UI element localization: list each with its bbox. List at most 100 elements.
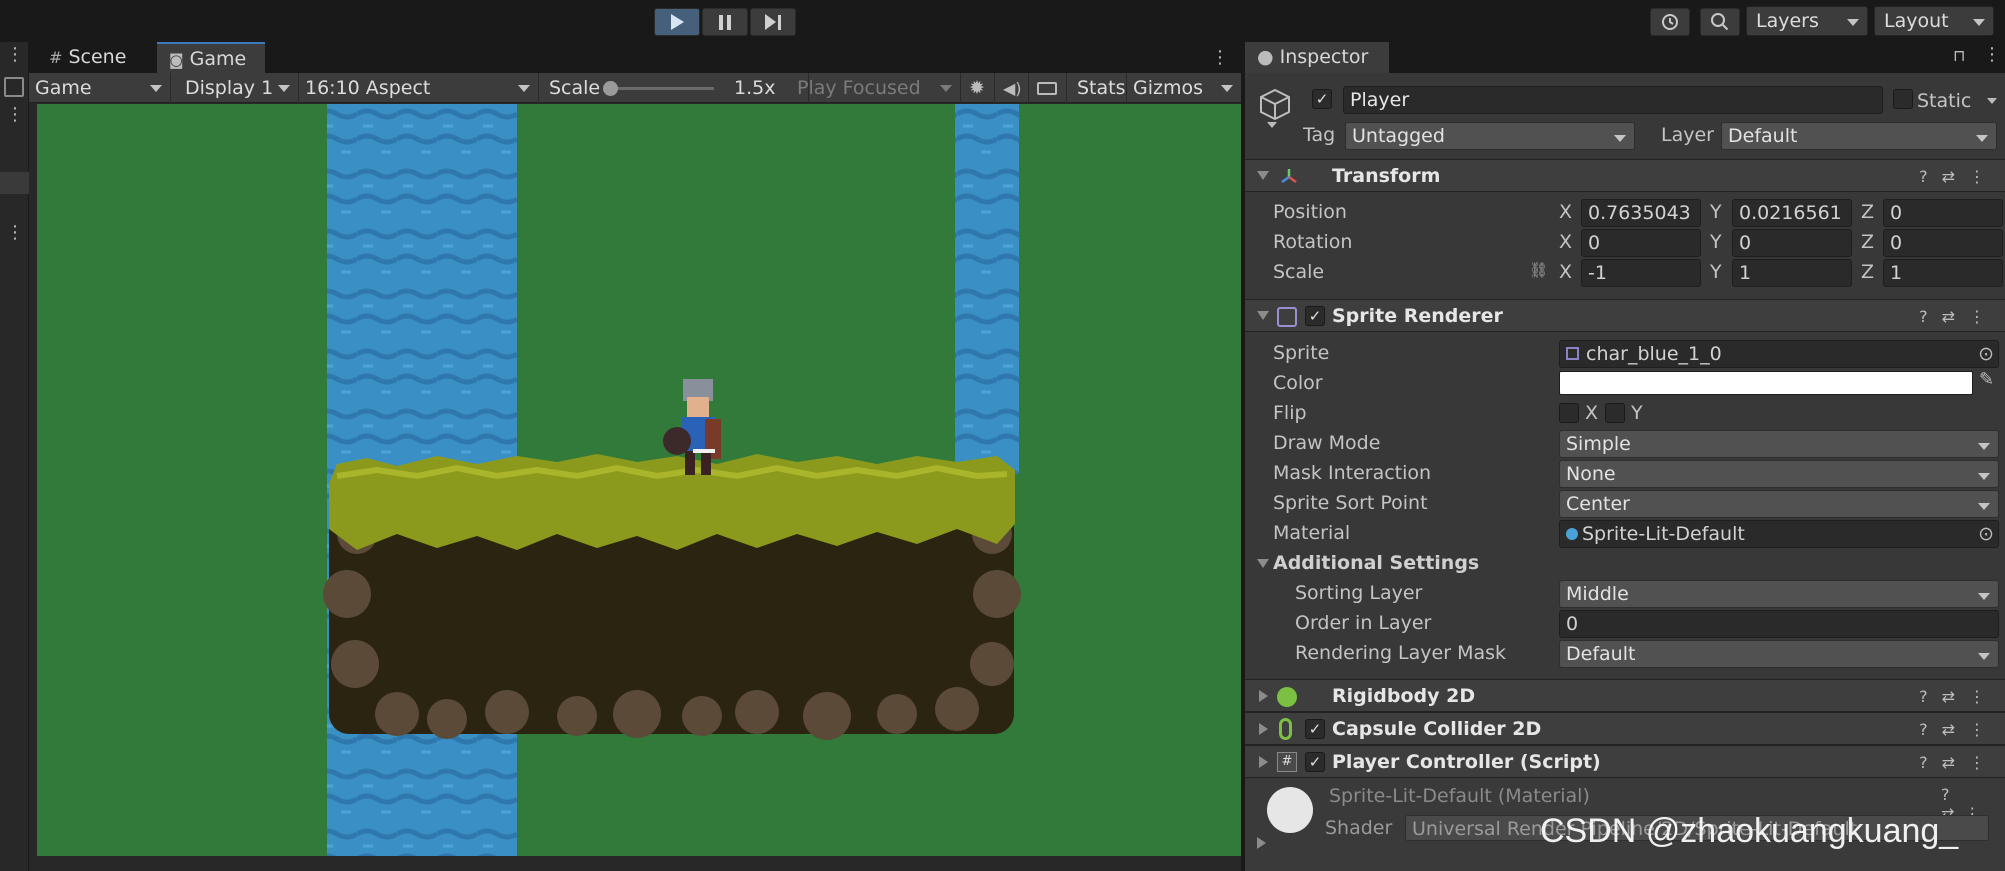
audio-toggle[interactable]: ◀) [995, 73, 1029, 103]
kebab-menu-icon[interactable]: ⋮ [6, 224, 24, 242]
transform-row-label: Position [1273, 201, 1347, 223]
search-icon [1711, 13, 1729, 31]
sprite-renderer-header[interactable]: ✓ Sprite Renderer ?⇄⋮ [1245, 299, 2005, 332]
capsule-collider-2d-header[interactable]: ✓ Capsule Collider 2D ?⇄⋮ [1245, 712, 2005, 745]
display-label: Display 1 [185, 77, 274, 99]
bug-toggle[interactable]: ✹ [961, 73, 995, 103]
rigidbody-2d-header[interactable]: Rigidbody 2D ?⇄⋮ [1245, 679, 2005, 712]
step-button[interactable] [750, 8, 796, 36]
selected-strip-item[interactable] [0, 172, 29, 194]
axis-x-label: X [1559, 261, 1573, 283]
play-focused-dropdown[interactable]: Play Focused [791, 73, 961, 103]
gizmos-label: Gizmos [1133, 77, 1204, 99]
sprite-asset-icon [1566, 347, 1579, 360]
shortcuts-toggle[interactable] [1029, 73, 1067, 103]
axis-z-label: Z [1861, 261, 1875, 283]
tab-game[interactable]: ◙ Game [157, 42, 265, 73]
rendering-layer-mask-dropdown[interactable]: Default [1559, 640, 1999, 668]
shader-label: Shader [1325, 817, 1393, 839]
player-controller-header[interactable]: # ✓ Player Controller (Script) ?⇄⋮ [1245, 745, 2005, 778]
kebab-menu-icon[interactable]: ⋮ [6, 46, 24, 64]
sprite-sort-point-dropdown[interactable]: Center [1559, 490, 1999, 518]
eyedropper-icon[interactable]: ✎ [1979, 369, 1994, 390]
component-header-icons[interactable]: ?⇄⋮ [1919, 160, 1999, 193]
mask-interaction-dropdown[interactable]: None [1559, 460, 1999, 488]
component-header-icons[interactable]: ?⇄⋮ [1919, 680, 1999, 713]
additional-settings-foldout[interactable]: Additional Settings [1245, 548, 2005, 578]
info-icon: ● [1257, 46, 1274, 68]
flip-x-checkbox[interactable] [1559, 403, 1579, 423]
capsule-collider-enabled-checkbox[interactable]: ✓ [1305, 719, 1325, 739]
transform-y-field[interactable]: 1 [1732, 259, 1852, 287]
axis-y-label: Y [1710, 231, 1722, 253]
player-controller-enabled-checkbox[interactable]: ✓ [1305, 752, 1325, 772]
transform-y-field[interactable]: 0.0216561 [1732, 199, 1852, 227]
transform-z-field[interactable]: 0 [1883, 199, 2003, 227]
sprite-renderer-enabled-checkbox[interactable]: ✓ [1305, 306, 1325, 326]
gizmos-dropdown[interactable]: Gizmos [1127, 73, 1241, 103]
component-header-icons[interactable]: ?⇄⋮ [1919, 746, 1999, 779]
aspect-dropdown[interactable]: 16:10 Aspect [299, 73, 539, 103]
static-checkbox[interactable] [1893, 89, 1913, 109]
object-name-field[interactable]: Player [1343, 86, 1883, 114]
order-in-layer-field[interactable]: 0 [1559, 610, 1999, 638]
transform-y-value: 0.0216561 [1739, 202, 1842, 224]
checkmark-icon: ✓ [1308, 307, 1322, 325]
game-mode-dropdown[interactable]: Game [29, 73, 171, 103]
object-picker-icon[interactable]: ⊙ [1978, 521, 1994, 547]
bug-icon: ✹ [969, 77, 985, 99]
tag-value: Untagged [1352, 125, 1445, 147]
history-button[interactable] [1650, 8, 1690, 36]
layout-dropdown[interactable]: Layout [1874, 6, 1994, 36]
game-viewport[interactable] [37, 104, 1241, 856]
game-tab-bar: # Scene ◙ Game ⋮ [29, 42, 1241, 73]
transform-y-field[interactable]: 0 [1732, 229, 1852, 257]
layer-dropdown[interactable]: Default [1721, 122, 1997, 150]
sprite-label: Sprite [1273, 342, 1330, 364]
component-header-icons[interactable]: ?⇄⋮ [1919, 300, 1999, 333]
transform-header[interactable]: Transform ?⇄⋮ [1245, 159, 2005, 192]
tab-inspector[interactable]: ● Inspector [1245, 42, 1389, 73]
active-checkbox[interactable]: ✓ [1312, 89, 1332, 109]
static-dropdown-icon[interactable] [1987, 98, 1997, 104]
chevron-down-icon[interactable] [1267, 122, 1277, 128]
pause-button[interactable] [702, 8, 748, 36]
window-icon[interactable] [4, 77, 24, 97]
stats-button[interactable]: Stats [1067, 73, 1127, 103]
tag-dropdown[interactable]: Untagged [1345, 122, 1635, 150]
stats-label: Stats [1077, 77, 1126, 99]
tab-scene[interactable]: # Scene [37, 42, 157, 73]
history-icon [1662, 14, 1678, 30]
play-button[interactable] [654, 8, 700, 36]
draw-mode-dropdown[interactable]: Simple [1559, 430, 1999, 458]
display-dropdown[interactable]: Display 1 [171, 73, 299, 103]
transform-z-field[interactable]: 1 [1883, 259, 2003, 287]
kebab-menu-icon[interactable]: ⋮ [1983, 44, 2001, 65]
foldout-closed-icon [1259, 756, 1268, 768]
sorting-layer-value: Middle [1566, 583, 1629, 605]
layer-value: Default [1728, 125, 1798, 147]
scale-slider-handle[interactable] [603, 81, 618, 96]
lock-icon[interactable]: ⊓ [1953, 46, 1965, 65]
constrain-proportions-icon[interactable]: ⛓ [1529, 261, 1548, 279]
kebab-menu-icon[interactable]: ⋮ [1211, 47, 1229, 68]
material-field[interactable]: Sprite-Lit-Default ⊙ [1559, 520, 1999, 548]
chevron-down-icon [1221, 85, 1233, 92]
scale-slider-track[interactable] [609, 87, 714, 90]
kebab-menu-icon[interactable]: ⋮ [6, 106, 24, 124]
component-header-icons[interactable]: ?⇄⋮ [1919, 713, 1999, 746]
transform-x-value: 0.7635043 [1588, 202, 1691, 224]
sprite-field[interactable]: char_blue_1_0 ⊙ [1559, 340, 1999, 368]
search-button[interactable] [1700, 8, 1740, 36]
transform-x-field[interactable]: 0 [1581, 229, 1701, 257]
sorting-layer-dropdown[interactable]: Middle [1559, 580, 1999, 608]
transform-x-field[interactable]: -1 [1581, 259, 1701, 287]
color-swatch[interactable] [1559, 371, 1973, 395]
flip-y-checkbox[interactable] [1605, 403, 1625, 423]
scale-control: Scale 1.5x [539, 73, 809, 103]
transform-z-field[interactable]: 0 [1883, 229, 2003, 257]
transform-x-field[interactable]: 0.7635043 [1581, 199, 1701, 227]
transform-row-label: Rotation [1273, 231, 1353, 253]
layers-dropdown[interactable]: Layers [1746, 6, 1868, 36]
object-picker-icon[interactable]: ⊙ [1978, 341, 1994, 367]
